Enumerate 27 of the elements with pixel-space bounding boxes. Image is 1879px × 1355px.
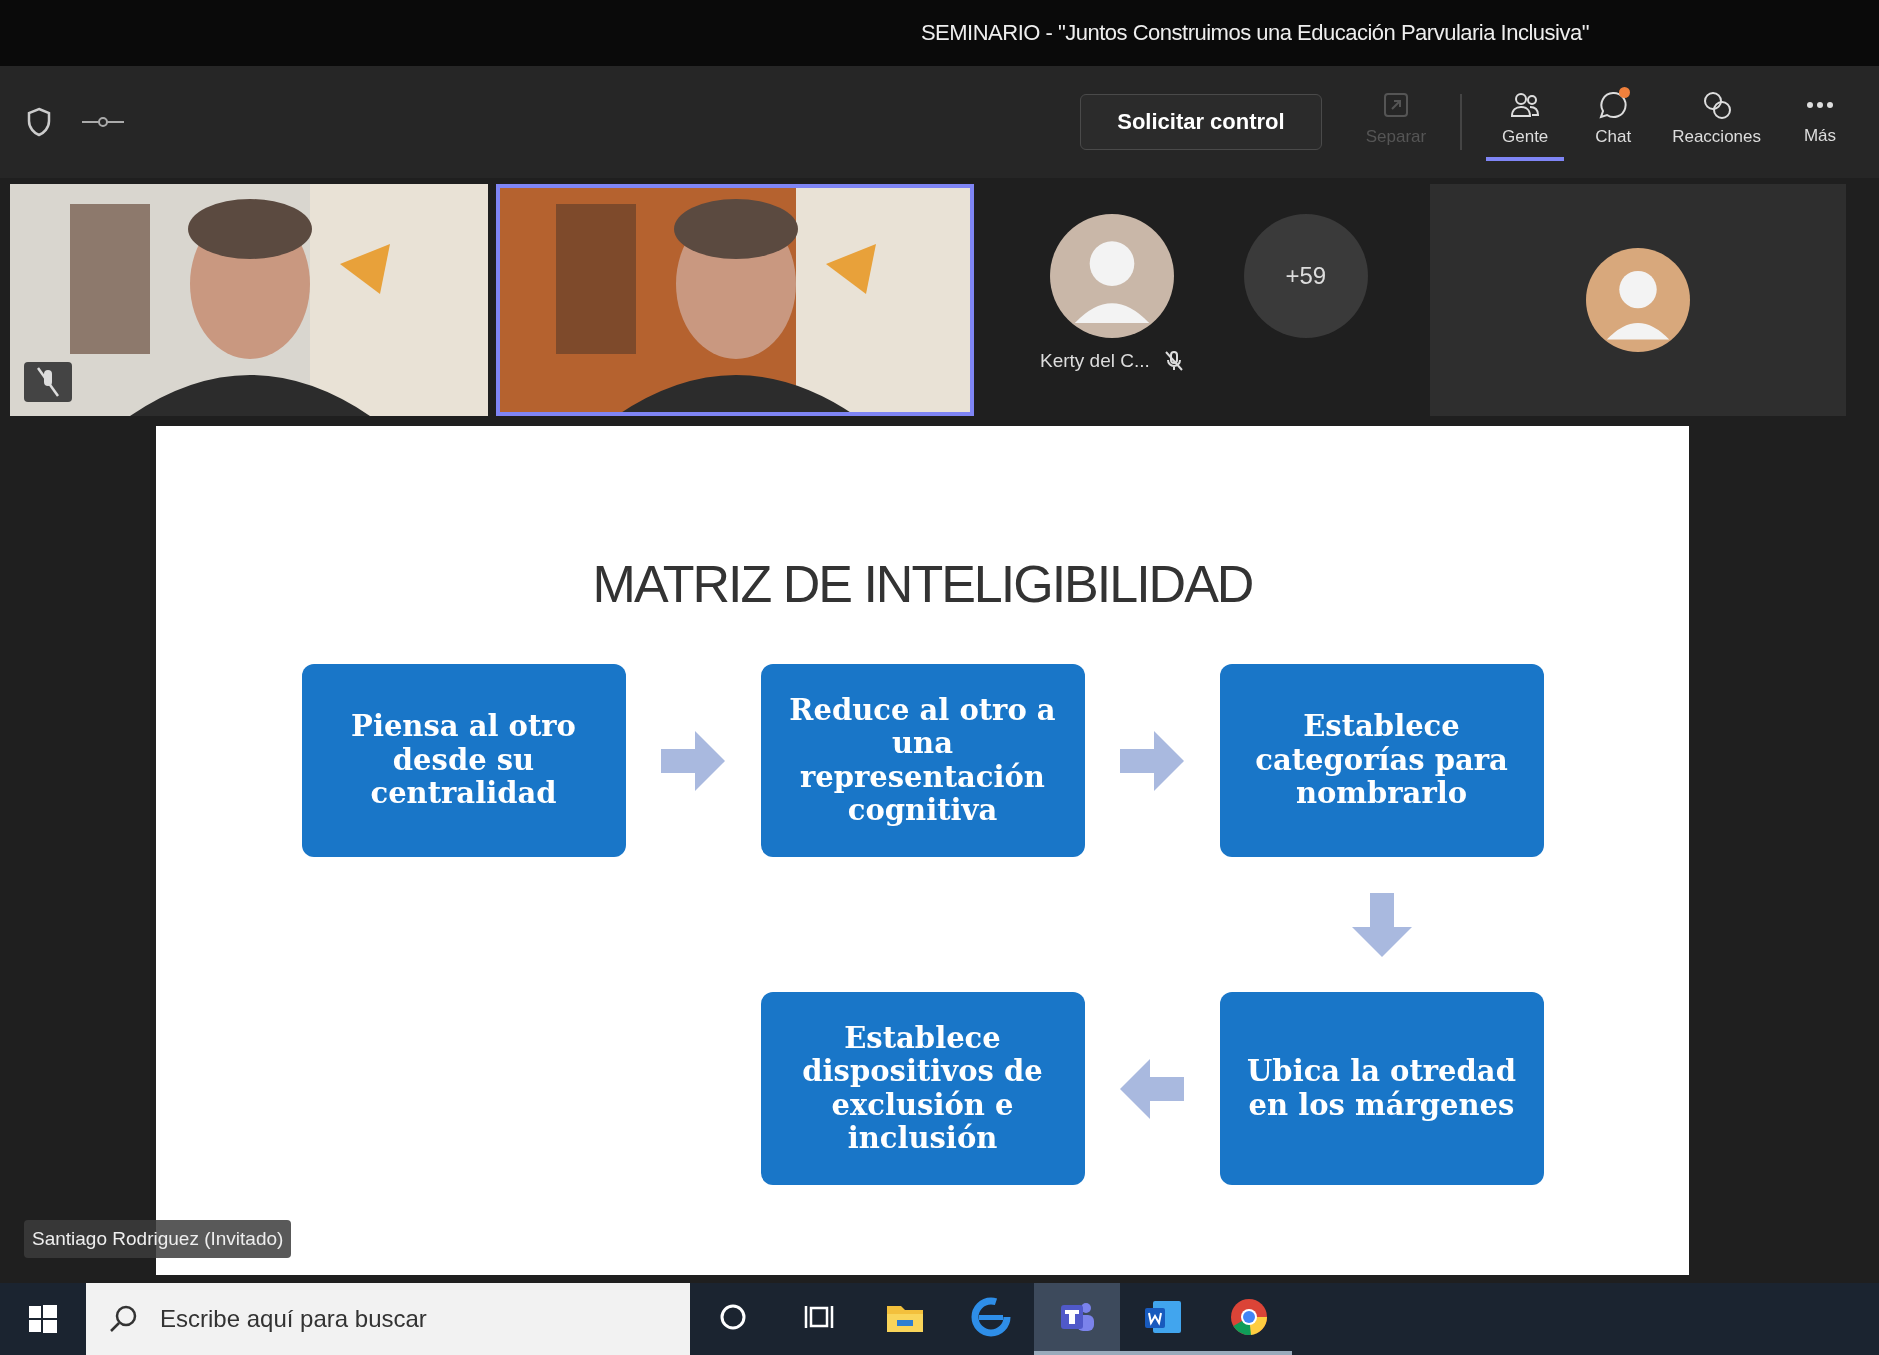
avatar-icon [1586, 248, 1690, 352]
shield-icon [26, 107, 52, 137]
browser-icon [1229, 1297, 1269, 1337]
windows-icon [29, 1305, 57, 1333]
presenter-name-tag: Santiago Rodriguez (Invitado) [24, 1220, 292, 1258]
slide-title: MATRIZ DE INTELIGIBILIDAD [592, 554, 1253, 614]
circle-icon [718, 1302, 748, 1332]
more-button[interactable]: Más [1781, 84, 1859, 160]
more-icon [1807, 102, 1833, 108]
more-participants-count[interactable]: +59 [1243, 214, 1368, 338]
flow-step: Reduce al otro a una representación cognitiva [760, 664, 1085, 857]
flow-step: Establece categorías para nombrarlo [1219, 664, 1544, 857]
participant-name: Kerty del C... [1040, 350, 1150, 372]
avatar-icon [1049, 214, 1174, 338]
reactions-button[interactable]: Reacciones [1662, 83, 1771, 161]
slider-icon [80, 115, 126, 129]
chat-icon [1597, 89, 1630, 121]
search-icon [108, 1304, 138, 1334]
flow-step: Piensa al otro desde su centralidad [301, 664, 626, 857]
people-button[interactable]: Gente [1486, 83, 1565, 161]
browser-icon [971, 1297, 1011, 1337]
request-control-button[interactable]: Solicitar control [1080, 94, 1322, 150]
search-field[interactable]: Escribe aquí para buscar [86, 1283, 690, 1355]
flow-step: Establece dispositivos de exclusión e inclusión [760, 992, 1085, 1185]
chat-button[interactable]: Chat [1574, 83, 1653, 161]
flow-step: Ubica la otredad en los márgenes [1219, 992, 1544, 1185]
window-title: SEMINARIO - "Juntos Construimos una Educación Parvularia Inclusiva" [920, 20, 1589, 46]
